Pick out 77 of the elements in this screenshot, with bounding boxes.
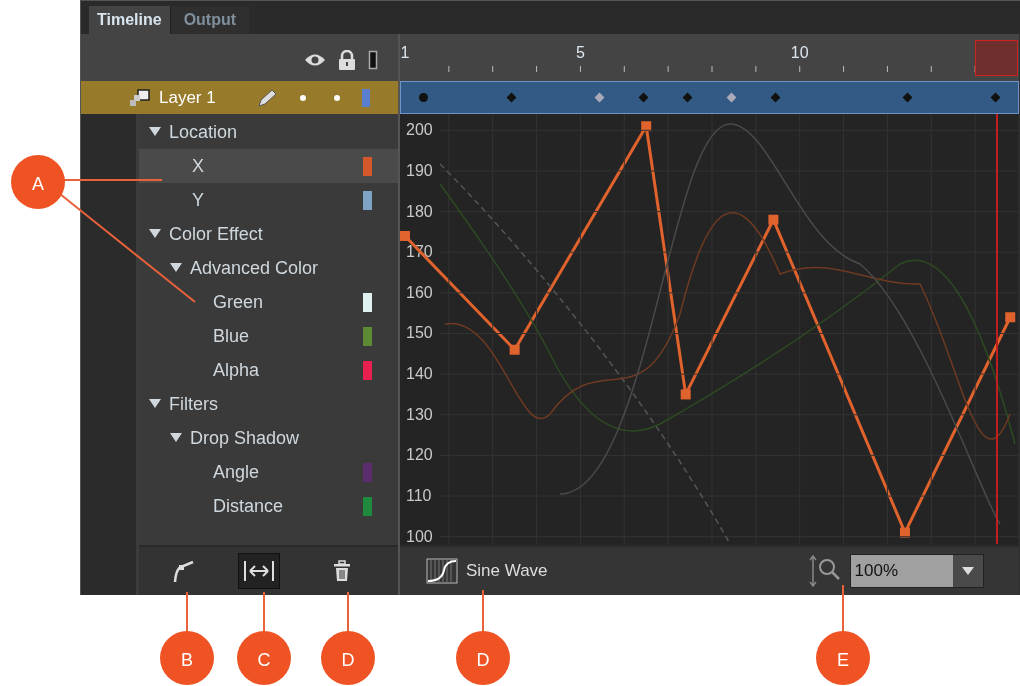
ease-name[interactable]: Sine Wave — [466, 558, 548, 584]
y-axis-label: 190 — [406, 162, 433, 179]
frame-number: 5 — [574, 43, 586, 63]
layer-outline-swatch[interactable] — [361, 88, 370, 107]
expanded-triangle-icon[interactable] — [149, 229, 161, 239]
callout-marker — [11, 155, 65, 209]
callout-label: D — [475, 649, 491, 672]
fit-width-icon — [243, 559, 275, 583]
property-label: Advanced Color — [190, 256, 320, 280]
property-row[interactable]: X — [139, 149, 398, 183]
ease-curve-icon[interactable] — [426, 558, 458, 584]
property-row[interactable]: Alpha — [139, 353, 398, 387]
property-row[interactable]: Angle — [139, 455, 398, 489]
callout-marker — [237, 631, 291, 685]
callout-label: D — [340, 649, 356, 672]
y-axis-label: 180 — [406, 203, 433, 220]
callout-label: C — [256, 649, 272, 672]
property-row[interactable]: Y — [139, 183, 398, 217]
curve-icon[interactable] — [173, 559, 195, 583]
property-label: X — [192, 154, 205, 178]
callout-marker — [816, 631, 870, 685]
vertical-zoom-icon[interactable] — [807, 555, 842, 587]
point — [400, 230, 410, 241]
property-label: Blue — [213, 324, 251, 348]
property-group[interactable]: Color Effect — [139, 217, 398, 251]
callout-label: E — [836, 649, 850, 672]
property-row[interactable]: Distance — [139, 489, 398, 523]
fit-button[interactable] — [238, 553, 280, 589]
property-label: Angle — [213, 460, 261, 484]
property-label: Drop Shadow — [190, 426, 301, 450]
eye-icon[interactable] — [304, 52, 326, 67]
point — [509, 344, 520, 355]
point — [1005, 312, 1016, 323]
panel-tab[interactable]: Timeline — [89, 6, 170, 34]
trash-icon[interactable] — [332, 560, 352, 582]
frame-number: 1 — [399, 43, 411, 63]
property-label: Color Effect — [169, 222, 264, 246]
property-label: Location — [169, 120, 239, 144]
expanded-triangle-icon[interactable] — [170, 433, 182, 443]
callout-marker — [456, 631, 510, 685]
property-label: Y — [192, 188, 205, 212]
zoom-dropdown[interactable]: 100% — [849, 554, 984, 588]
zoom-value: 100% — [850, 555, 953, 587]
property-group[interactable]: Advanced Color — [139, 251, 398, 285]
property-group[interactable]: Filters — [139, 387, 398, 421]
expanded-triangle-icon[interactable] — [149, 127, 161, 137]
callout-label: B — [180, 649, 194, 672]
pencil-icon[interactable] — [255, 87, 278, 108]
callout-marker — [321, 631, 375, 685]
y-axis-label: 130 — [406, 406, 433, 423]
frame-number: 10 — [789, 43, 810, 63]
keyframe-strip[interactable] — [400, 81, 1019, 114]
expanded-triangle-icon[interactable] — [149, 399, 161, 409]
callout-marker — [160, 631, 214, 685]
property-group[interactable]: Location — [139, 115, 398, 149]
property-label: Filters — [169, 392, 219, 416]
point — [680, 389, 691, 400]
expanded-triangle-icon[interactable] — [170, 263, 182, 273]
property-label: Green — [213, 290, 265, 314]
frame-ruler[interactable]: 1 5 10 — [400, 34, 1019, 81]
layer-row[interactable]: Layer 1 — [81, 81, 398, 114]
y-axis-label: 100 — [406, 528, 433, 545]
property-label: Alpha — [213, 358, 261, 382]
property-row[interactable]: Blue — [139, 319, 398, 353]
point — [768, 214, 779, 225]
property-group[interactable]: Drop Shadow — [139, 421, 398, 455]
panel-tab[interactable]: Output — [169, 6, 250, 34]
layer-name: Layer 1 — [159, 86, 216, 109]
callout-label: A — [31, 173, 45, 196]
outline-icon[interactable] — [368, 49, 378, 70]
property-row[interactable]: Green — [139, 285, 398, 319]
point — [641, 121, 652, 132]
property-label: Distance — [213, 494, 285, 518]
point — [899, 527, 910, 538]
lock-icon[interactable] — [338, 49, 356, 70]
layer-icon — [129, 87, 151, 108]
y-axis-label: 160 — [406, 284, 433, 301]
